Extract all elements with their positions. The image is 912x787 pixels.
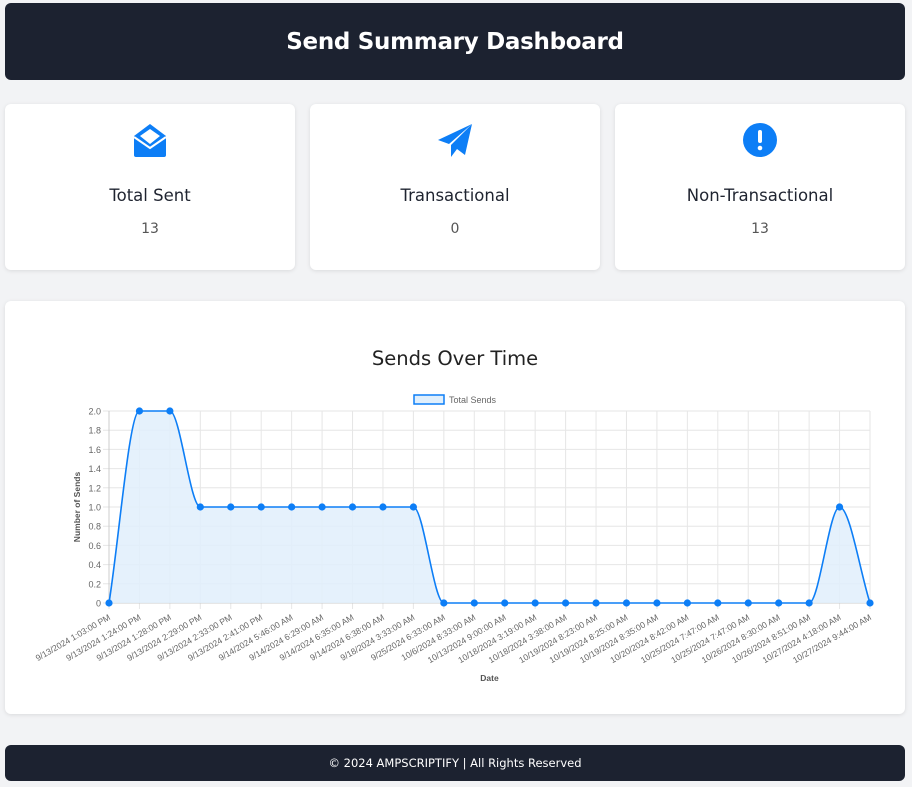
- y-tick-label: 1.6: [88, 445, 101, 455]
- footer: © 2024 AMPSCRIPTIFY | All Rights Reserve…: [5, 745, 905, 781]
- legend-label: Total Sends: [449, 395, 497, 405]
- y-tick-label: 1.8: [88, 426, 101, 436]
- y-tick-label: 1.2: [88, 483, 101, 493]
- sends-over-time-chart: 00.20.40.60.81.01.21.41.61.82.09/13/2024…: [34, 394, 874, 683]
- y-tick-label: 2.0: [88, 407, 101, 417]
- chart-card: Sends Over Time 0 0.2 0.4 0.6 0.8 1.0 1.2 1.4 1.…: [5, 301, 905, 714]
- data-point: [775, 599, 783, 607]
- data-point: [714, 599, 722, 607]
- data-point: [135, 407, 144, 415]
- non-transactional-card: Non-Transactional 13: [615, 104, 905, 270]
- data-point: [805, 599, 813, 607]
- y-tick-label: 0.6: [88, 541, 101, 551]
- data-point: [501, 599, 509, 607]
- data-point: [440, 599, 448, 607]
- exclamation-circle-icon: [615, 122, 905, 162]
- y-tick-label: 0.8: [88, 522, 101, 532]
- card-value: 13: [751, 221, 769, 237]
- y-tick-label: 1.4: [88, 464, 101, 474]
- legend-swatch: [413, 394, 445, 405]
- x-axis-title: Date: [480, 673, 499, 683]
- paper-plane-icon: [310, 122, 600, 162]
- data-point: [257, 503, 265, 511]
- data-point: [288, 503, 296, 511]
- footer-text: © 2024 AMPSCRIPTIFY | All Rights Reserve…: [328, 756, 582, 770]
- envelope-open-icon: [5, 122, 295, 162]
- data-point: [196, 503, 204, 511]
- data-point: [470, 599, 478, 607]
- total-sent-card: Total Sent 13: [5, 104, 295, 270]
- y-tick-label: 1.0: [88, 503, 101, 513]
- data-point: [348, 503, 357, 511]
- y-axis-title: Number of Sends: [72, 472, 82, 543]
- data-point: [562, 599, 570, 607]
- data-point: [622, 599, 631, 607]
- card-value: 13: [141, 221, 159, 237]
- data-point: [744, 599, 752, 607]
- data-point: [318, 503, 326, 511]
- data-point: [866, 599, 874, 607]
- data-point: [379, 503, 387, 511]
- data-point: [531, 599, 539, 607]
- transactional-card: Transactional 0: [310, 104, 600, 270]
- data-point: [227, 503, 235, 511]
- data-point: [683, 599, 691, 607]
- card-label: Total Sent: [109, 186, 191, 205]
- y-tick-label: 0.2: [88, 579, 101, 589]
- y-tick-label: 0.4: [88, 560, 101, 570]
- data-point: [409, 503, 417, 511]
- data-point: [835, 503, 844, 511]
- data-point: [166, 407, 174, 415]
- card-label: Non-Transactional: [686, 186, 834, 205]
- y-tick-label: 0: [96, 599, 101, 609]
- page-title: Send Summary Dashboard: [286, 28, 624, 55]
- data-point: [592, 599, 600, 607]
- header-bar: Send Summary Dashboard: [5, 3, 905, 80]
- card-label: Transactional: [400, 186, 510, 205]
- data-point: [653, 599, 661, 607]
- data-point: [105, 599, 113, 607]
- card-value: 0: [450, 221, 460, 237]
